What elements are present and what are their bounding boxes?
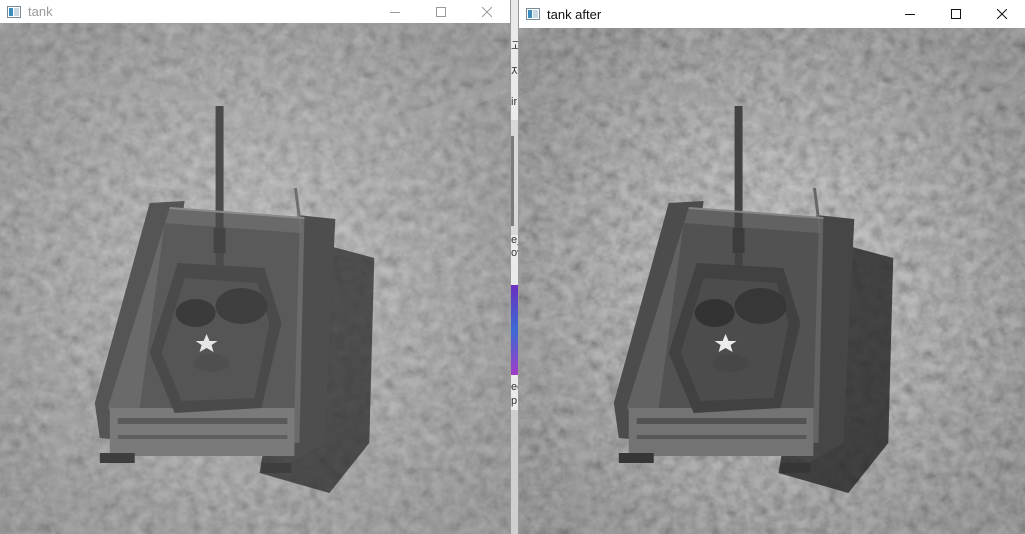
title-bar[interactable]: tank after	[519, 0, 1025, 28]
app-window-icon	[526, 8, 540, 20]
background-gap: 고 자 ir e_ ov eg p	[511, 0, 518, 534]
image-window-original[interactable]: tank	[0, 0, 511, 534]
background-strip-dark	[511, 136, 514, 226]
image-canvas	[0, 23, 510, 534]
background-text: e_	[511, 234, 518, 246]
app-window-icon	[7, 5, 21, 18]
background-strip-lower	[511, 410, 518, 534]
image-canvas	[519, 28, 1025, 534]
background-text: eg	[511, 381, 518, 393]
minimize-icon	[905, 14, 915, 15]
background-text: p	[511, 395, 518, 407]
window-controls	[887, 0, 1025, 28]
minimize-button[interactable]	[887, 0, 933, 28]
close-button[interactable]	[464, 0, 510, 23]
background-text: 고	[511, 40, 518, 52]
maximize-icon	[436, 6, 446, 17]
background-text: 자	[511, 66, 518, 78]
background-text: ov	[511, 247, 518, 259]
window-title: tank after	[547, 6, 602, 22]
tank-image	[0, 23, 510, 534]
background-strip-purple	[511, 285, 518, 375]
maximize-icon	[951, 9, 961, 19]
tank-image	[519, 28, 1025, 534]
window-controls	[372, 0, 510, 23]
maximize-button[interactable]	[418, 0, 464, 23]
image-window-after[interactable]: tank after	[518, 0, 1025, 534]
window-title: tank	[28, 4, 53, 19]
minimize-icon	[390, 11, 400, 13]
close-button[interactable]	[979, 0, 1025, 28]
close-icon	[997, 9, 1007, 19]
background-text: ir	[511, 96, 518, 108]
maximize-button[interactable]	[933, 0, 979, 28]
minimize-button[interactable]	[372, 0, 418, 23]
title-bar[interactable]: tank	[0, 0, 510, 23]
close-icon	[482, 6, 492, 17]
